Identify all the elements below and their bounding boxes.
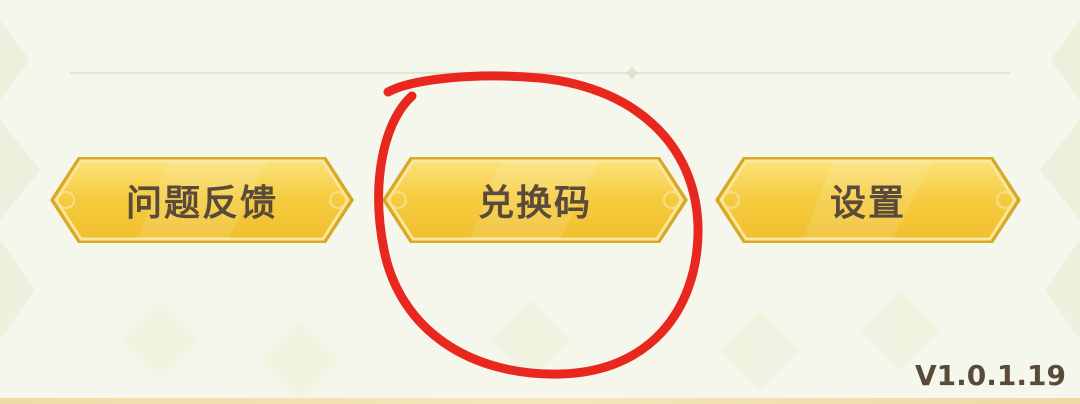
settings-button[interactable]: 设置 xyxy=(713,155,1023,245)
settings-menu-screen: 问题反馈 兑换码 设置 V1.0.1.19 xyxy=(0,0,1080,404)
version-label: V1.0.1.19 xyxy=(915,359,1066,392)
redeem-code-button[interactable]: 兑换码 xyxy=(380,155,690,245)
feedback-button-label: 问题反馈 xyxy=(125,183,278,224)
top-divider xyxy=(70,67,1010,79)
redeem-code-button-label: 兑换码 xyxy=(477,183,592,224)
bottom-strip xyxy=(0,398,1080,404)
feedback-button[interactable]: 问题反馈 xyxy=(48,155,356,245)
settings-button-label: 设置 xyxy=(829,183,906,224)
